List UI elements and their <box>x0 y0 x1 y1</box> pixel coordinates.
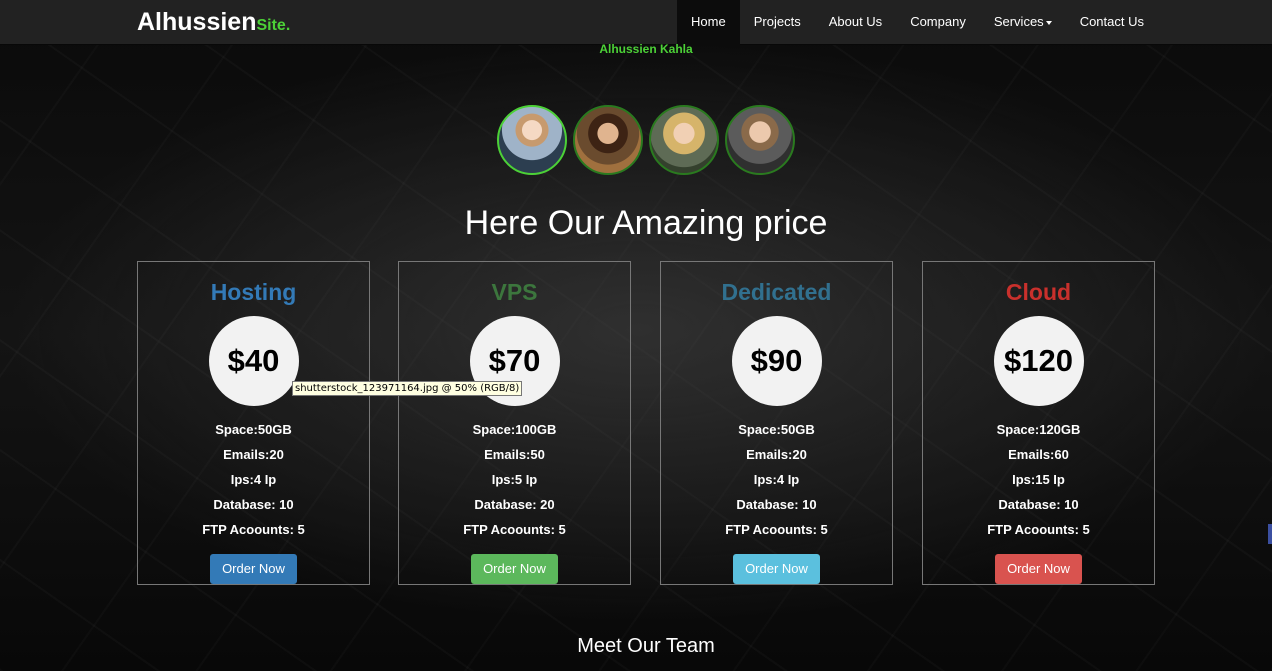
spec-emails: Emails:20 <box>223 447 284 462</box>
avatar-carousel <box>497 105 795 175</box>
avatar-3[interactable] <box>649 105 719 175</box>
spec-ips: Ips:5 Ip <box>491 472 538 487</box>
nav-item-home[interactable]: Home <box>677 0 740 45</box>
spec-space: Space:100GB <box>472 422 557 437</box>
avatar-1[interactable] <box>497 105 567 175</box>
plan-name: Dedicated <box>721 279 832 305</box>
spec-emails: Emails:50 <box>484 447 545 462</box>
plan-price: $90 <box>731 316 822 406</box>
navbar: AlhussienSite. Home Projects About Us Co… <box>0 0 1272 45</box>
nav-item-services-label: Services <box>993 14 1044 29</box>
spec-space: Space:50GB <box>215 422 292 437</box>
plan-name: Cloud <box>1005 279 1072 305</box>
pricing-card-hosting: Hosting $40 Space:50GB Emails:20 Ips:4 I… <box>137 261 370 585</box>
plan-specs: Space:100GB Emails:50 Ips:5 Ip Database:… <box>399 420 630 545</box>
plan-specs: Space:50GB Emails:20 Ips:4 Ip Database: … <box>661 420 892 545</box>
brand-suffix: Site. <box>256 17 291 34</box>
plan-price: $40 <box>208 316 299 406</box>
avatar-4[interactable] <box>725 105 795 175</box>
order-now-button[interactable]: Order Now <box>733 554 820 584</box>
brand-name: Alhussien <box>137 8 257 36</box>
avatar-2[interactable] <box>573 105 643 175</box>
spec-ips: Ips:4 Ip <box>230 472 277 487</box>
nav-item-about-us[interactable]: About Us <box>815 0 896 45</box>
plan-name: VPS <box>491 279 538 305</box>
image-tooltip: shutterstock_123971164.jpg @ 50% (RGB/8) <box>292 381 523 396</box>
caret-down-icon <box>1045 20 1052 25</box>
nav-item-contact-us[interactable]: Contact Us <box>1066 0 1158 45</box>
nav-item-services[interactable]: Services <box>980 0 1066 45</box>
order-now-button[interactable]: Order Now <box>471 554 558 584</box>
spec-database: Database: 10 <box>736 497 817 512</box>
brand-logo[interactable]: AlhussienSite. <box>137 8 290 37</box>
spec-database: Database: 10 <box>213 497 294 512</box>
spec-space: Space:50GB <box>738 422 815 437</box>
pricing-card-cloud: Cloud $120 Space:120GB Emails:60 Ips:15 … <box>922 261 1155 585</box>
pricing-card-vps: VPS $70 Space:100GB Emails:50 Ips:5 Ip D… <box>398 261 631 585</box>
plan-specs: Space:120GB Emails:60 Ips:15 Ip Database… <box>923 420 1154 545</box>
scroll-indicator <box>1268 524 1272 544</box>
spec-database: Database: 20 <box>474 497 555 512</box>
spec-ips: Ips:4 Ip <box>753 472 800 487</box>
order-now-button[interactable]: Order Now <box>210 554 297 584</box>
spec-database: Database: 10 <box>998 497 1079 512</box>
spec-emails: Emails:20 <box>746 447 807 462</box>
pricing-title: Here Our Amazing price <box>464 204 828 242</box>
nav-menu: Home Projects About Us Company Services … <box>677 0 1158 45</box>
spec-ftp: FTP Acoounts: 5 <box>463 522 566 537</box>
nav-item-company[interactable]: Company <box>896 0 980 45</box>
spec-emails: Emails:60 <box>1008 447 1069 462</box>
team-member-name: Alhussien Kahla <box>599 42 693 56</box>
team-section-title: Meet Our Team <box>577 635 715 657</box>
plan-name: Hosting <box>210 279 297 305</box>
spec-ftp: FTP Acoounts: 5 <box>725 522 828 537</box>
spec-ftp: FTP Acoounts: 5 <box>202 522 305 537</box>
spec-space: Space:120GB <box>996 422 1081 437</box>
order-now-button[interactable]: Order Now <box>995 554 1082 584</box>
pricing-card-dedicated: Dedicated $90 Space:50GB Emails:20 Ips:4… <box>660 261 893 585</box>
spec-ftp: FTP Acoounts: 5 <box>987 522 1090 537</box>
spec-ips: Ips:15 Ip <box>1012 472 1065 487</box>
nav-item-projects[interactable]: Projects <box>740 0 815 45</box>
plan-specs: Space:50GB Emails:20 Ips:4 Ip Database: … <box>138 420 369 545</box>
plan-price: $120 <box>993 316 1084 406</box>
